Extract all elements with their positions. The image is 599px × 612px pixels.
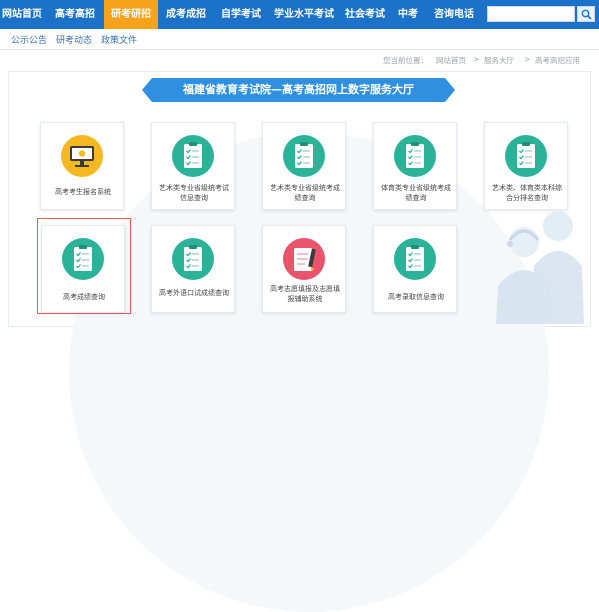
- nav-item-zhongkao[interactable]: 中考: [393, 0, 423, 29]
- breadcrumb-separator: >: [524, 55, 531, 64]
- pencil-icon: [283, 238, 325, 280]
- nav-item-chengkao[interactable]: 成考成招: [160, 0, 212, 29]
- tile-label: 高考考生报名系统: [55, 188, 111, 196]
- monitor-icon: [61, 135, 103, 177]
- tile-label: 高考志愿填报及志愿填报辅助系统: [270, 285, 340, 303]
- breadcrumb-prefix: 您当前位置：: [383, 56, 428, 65]
- nav-item-zixun[interactable]: 咨询电话: [428, 0, 480, 29]
- tile-gaokao-registration[interactable]: 高考考生报名系统: [40, 122, 124, 210]
- tile-label: 体育类专业省级统考成绩查询: [381, 184, 451, 202]
- nav-item-zixue[interactable]: 自学考试: [215, 0, 267, 29]
- subnav-item-news[interactable]: 研考动态: [56, 33, 92, 46]
- tile-art-exam-info[interactable]: 艺术类专业省级统考试信息查询: [151, 122, 235, 210]
- subnav-item-notice[interactable]: 公示公告: [11, 33, 47, 46]
- tile-label: 高考录取信息查询: [388, 293, 444, 301]
- tile-label: 艺术类专业省级统考试信息查询: [159, 184, 229, 202]
- search-input[interactable]: [487, 6, 575, 22]
- tile-label: 高考外语口试成绩查询: [159, 289, 229, 297]
- search-icon: [581, 9, 592, 20]
- nav-item-xueye[interactable]: 学业水平考试: [271, 0, 337, 29]
- breadcrumb-item-current: 高考高招应用: [535, 56, 580, 65]
- subnav-item-policy[interactable]: 政策文件: [101, 33, 137, 46]
- search-button[interactable]: [577, 6, 595, 22]
- tile-volunteer-system[interactable]: 高考志愿填报及志愿填报辅助系统: [262, 225, 346, 313]
- nav-item-shehui[interactable]: 社会考试: [340, 0, 390, 29]
- sub-nav: 公示公告 研考动态 政策文件: [0, 29, 599, 50]
- checklist-icon: [172, 135, 214, 177]
- nav-item-gaokao[interactable]: 高考高招: [50, 0, 100, 29]
- breadcrumb-item-hall[interactable]: 服务大厅: [484, 55, 514, 66]
- nav-item-home[interactable]: 网站首页: [0, 0, 44, 29]
- tile-oral-exam-score[interactable]: 高考外语口试成绩查询: [151, 225, 235, 313]
- breadcrumb-separator: >: [473, 55, 480, 64]
- top-nav: 网站首页 高考高招 研考研招 成考成招 自学考试 学业水平考试 社会考试 中考 …: [0, 0, 599, 29]
- tile-label: 艺术类专业省级统考成绩查询: [270, 184, 340, 202]
- page-title: 福建省教育考试院—高考高招网上数字服务大厅: [142, 78, 455, 102]
- tile-sports-exam-score[interactable]: 体育类专业省级统考成绩查询: [373, 122, 457, 210]
- breadcrumb-item-home[interactable]: 网站首页: [436, 55, 466, 66]
- customer-service-figures: [496, 211, 584, 324]
- checklist-icon: [394, 238, 436, 280]
- selection-highlight: [37, 218, 131, 314]
- checklist-icon: [283, 135, 325, 177]
- checklist-icon: [172, 238, 214, 280]
- nav-item-yankao[interactable]: 研考研招: [104, 0, 158, 29]
- tile-art-exam-score[interactable]: 艺术类专业省级统考成绩查询: [262, 122, 346, 210]
- checklist-icon: [505, 135, 547, 177]
- checklist-icon: [394, 135, 436, 177]
- tile-admission-info[interactable]: 高考录取信息查询: [373, 225, 457, 313]
